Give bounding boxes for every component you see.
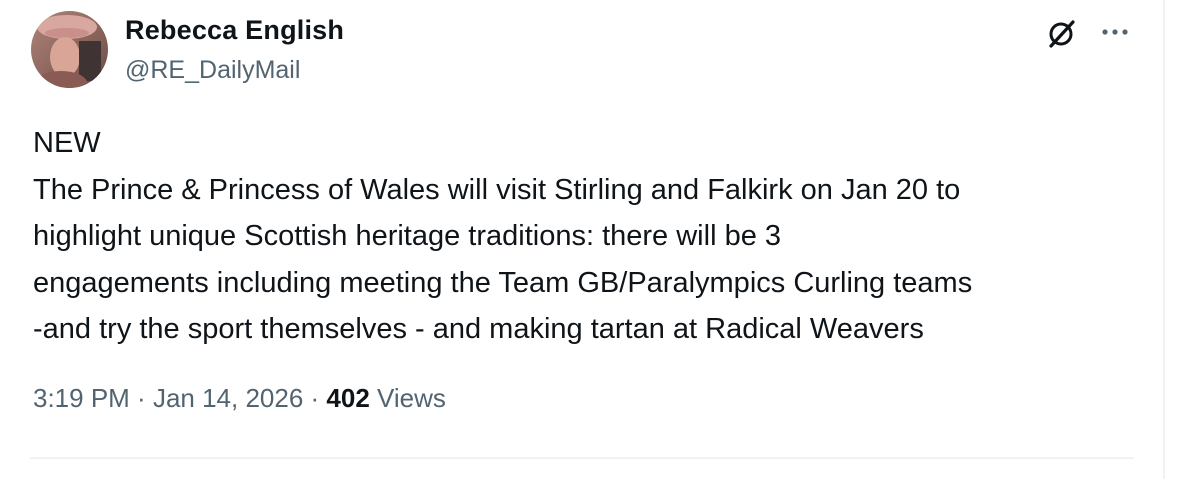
tweet-detail: Rebecca English @RE_DailyMail NEW The Pr…	[0, 0, 1200, 479]
column-border	[1163, 0, 1165, 479]
display-name[interactable]: Rebecca English	[125, 15, 344, 46]
tweet-timestamp-date[interactable]: Jan 14, 2026	[153, 383, 303, 413]
tweet-text: NEW The Prince & Princess of Wales will …	[33, 127, 973, 345]
meta-separator: ·	[303, 383, 327, 413]
views-label: Views	[369, 383, 446, 413]
meta-separator: ·	[129, 383, 153, 413]
avatar[interactable]	[31, 11, 108, 88]
more-icon[interactable]	[1098, 18, 1132, 46]
tweet-meta: 3:19 PM · Jan 14, 2026 · 402 Views	[33, 383, 446, 414]
user-handle[interactable]: @RE_DailyMail	[125, 56, 300, 85]
tweet-timestamp-time[interactable]: 3:19 PM	[33, 383, 130, 413]
views-count: 402	[326, 383, 370, 413]
grok-icon[interactable]	[1044, 17, 1078, 51]
avatar-image	[31, 11, 108, 88]
divider	[30, 457, 1134, 459]
